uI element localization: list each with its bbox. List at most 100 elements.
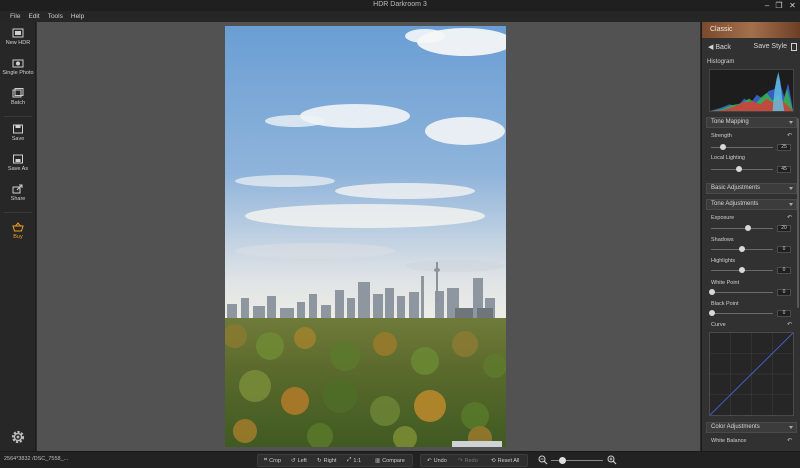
- rotate-left-button[interactable]: ↺ Left: [288, 455, 310, 466]
- black-point-slider[interactable]: [709, 310, 773, 316]
- exposure-slider-knob[interactable]: [745, 225, 752, 231]
- reset-icon[interactable]: ↶: [787, 321, 792, 328]
- shadows-slider[interactable]: [711, 246, 773, 252]
- highlights-value[interactable]: 0: [777, 267, 791, 274]
- rotate-left-icon: ↺: [291, 457, 296, 464]
- document-icon[interactable]: [791, 43, 797, 51]
- photo-preview[interactable]: [225, 26, 506, 447]
- style-banner: Classic: [702, 22, 800, 38]
- highlights-slider[interactable]: [711, 267, 773, 273]
- new-hdr-button[interactable]: New HDR: [0, 28, 36, 46]
- basic-adjustments-header: Basic Adjustments: [711, 185, 761, 191]
- crop-button[interactable]: ⌗ Crop: [261, 455, 284, 466]
- title-bar: HDR Darkroom 3 – ❐ ✕: [0, 0, 800, 11]
- color-adjustments-section[interactable]: Color Adjustments: [706, 422, 797, 433]
- color-adjustments-header: Color Adjustments: [711, 424, 760, 430]
- close-button[interactable]: ✕: [785, 0, 800, 11]
- reset-icon[interactable]: ↶: [787, 132, 792, 139]
- reset-all-button[interactable]: ⟲ Reset All: [488, 455, 522, 466]
- local-lighting-label: Local Lighting: [711, 155, 745, 161]
- zoom-in-icon[interactable]: [607, 455, 617, 465]
- tone-mapping-header: Tone Mapping: [711, 119, 749, 125]
- black-point-value[interactable]: 0: [777, 310, 791, 317]
- strength-slider[interactable]: [711, 144, 773, 150]
- curve-editor[interactable]: [709, 332, 794, 416]
- single-photo-button[interactable]: Single Photo: [0, 58, 36, 76]
- undo-label: Undo: [433, 457, 447, 464]
- window-title: HDR Darkroom 3: [373, 1, 427, 8]
- chevron-down-icon[interactable]: [789, 203, 793, 206]
- save-button[interactable]: Save: [0, 124, 36, 142]
- redo-label: Redo: [464, 457, 478, 464]
- exposure-slider[interactable]: [711, 225, 773, 231]
- curve-label: Curve: [711, 322, 726, 328]
- strength-value[interactable]: 25: [777, 144, 791, 151]
- tone-mapping-section[interactable]: Tone Mapping: [706, 117, 797, 128]
- white-point-slider[interactable]: [709, 289, 773, 295]
- black-point-label: Black Point: [711, 301, 739, 307]
- redo-icon: ↷: [458, 457, 463, 464]
- gear-icon[interactable]: [10, 429, 26, 445]
- actual-size-button[interactable]: ⤢ 1:1: [344, 455, 364, 466]
- save-style-button[interactable]: Save Style: [754, 43, 787, 50]
- zoom-out-icon[interactable]: [538, 455, 548, 465]
- batch-label: Batch: [10, 100, 26, 106]
- save-icon: [13, 124, 23, 134]
- local-lighting-slider[interactable]: [711, 166, 773, 172]
- panel-scrollbar[interactable]: [797, 118, 799, 308]
- crop-icon: ⌗: [264, 457, 268, 463]
- exposure-value[interactable]: 20: [777, 225, 791, 232]
- tone-adjustments-header: Tone Adjustments: [711, 201, 759, 207]
- new-hdr-label: New HDR: [5, 40, 31, 46]
- minimize-button[interactable]: –: [761, 0, 773, 11]
- save-as-button[interactable]: Save As: [0, 154, 36, 172]
- chevron-down-icon[interactable]: [789, 121, 793, 124]
- strength-slider-knob[interactable]: [720, 144, 727, 150]
- local-lighting-slider-knob[interactable]: [735, 166, 742, 172]
- reset-all-label: Reset All: [497, 457, 520, 464]
- back-button[interactable]: ◀ Back: [708, 43, 731, 51]
- reset-icon[interactable]: ↶: [787, 214, 792, 221]
- chevron-down-icon[interactable]: [789, 187, 793, 190]
- tone-adjustments-section[interactable]: Tone Adjustments: [706, 199, 797, 210]
- single-photo-label: Single Photo: [2, 70, 34, 76]
- exposure-label: Exposure: [711, 215, 735, 221]
- rotate-right-button[interactable]: ↻ Right: [314, 455, 339, 466]
- highlights-label: Highlights: [711, 258, 736, 264]
- shadows-slider-knob[interactable]: [739, 246, 745, 252]
- menu-help[interactable]: Help: [71, 13, 84, 20]
- buy-button[interactable]: Buy: [0, 222, 36, 240]
- menu-bar: File Edit Tools Help: [0, 11, 800, 22]
- compare-button[interactable]: ▥ Compare: [372, 455, 408, 466]
- share-label: Share: [10, 196, 26, 202]
- white-point-value[interactable]: 0: [777, 289, 791, 296]
- highlights-slider-knob[interactable]: [739, 267, 745, 273]
- single-photo-icon: [12, 59, 24, 68]
- actual-size-label: 1:1: [353, 457, 362, 464]
- shadows-value[interactable]: 0: [777, 246, 791, 253]
- white-point-slider-knob[interactable]: [709, 289, 716, 295]
- save-label: Save: [11, 136, 25, 142]
- panel-nav: ◀ Back Save Style: [702, 40, 800, 54]
- undo-button[interactable]: ↶ Undo: [424, 455, 450, 466]
- batch-button[interactable]: Batch: [0, 88, 36, 106]
- rotate-right-label: Right: [323, 457, 337, 464]
- zoom-slider-knob[interactable]: [559, 457, 566, 464]
- menu-file[interactable]: File: [10, 13, 20, 20]
- maximize-button[interactable]: ❐: [773, 0, 785, 11]
- menu-edit[interactable]: Edit: [28, 13, 39, 20]
- share-button[interactable]: Share: [0, 184, 36, 202]
- basic-adjustments-section[interactable]: Basic Adjustments: [706, 183, 797, 194]
- undo-icon: ↶: [427, 457, 432, 464]
- shadows-label: Shadows: [711, 237, 734, 243]
- new-hdr-icon: [12, 28, 24, 38]
- histogram-label: Histogram: [707, 59, 735, 65]
- chevron-down-icon[interactable]: [789, 426, 793, 429]
- save-as-icon: [13, 154, 23, 164]
- black-point-slider-knob[interactable]: [709, 310, 716, 316]
- menu-tools[interactable]: Tools: [48, 13, 63, 20]
- local-lighting-value[interactable]: 45: [777, 166, 791, 173]
- reset-icon[interactable]: ↶: [787, 437, 792, 444]
- compare-label: Compare: [382, 457, 405, 464]
- redo-button[interactable]: ↷ Redo: [455, 455, 481, 466]
